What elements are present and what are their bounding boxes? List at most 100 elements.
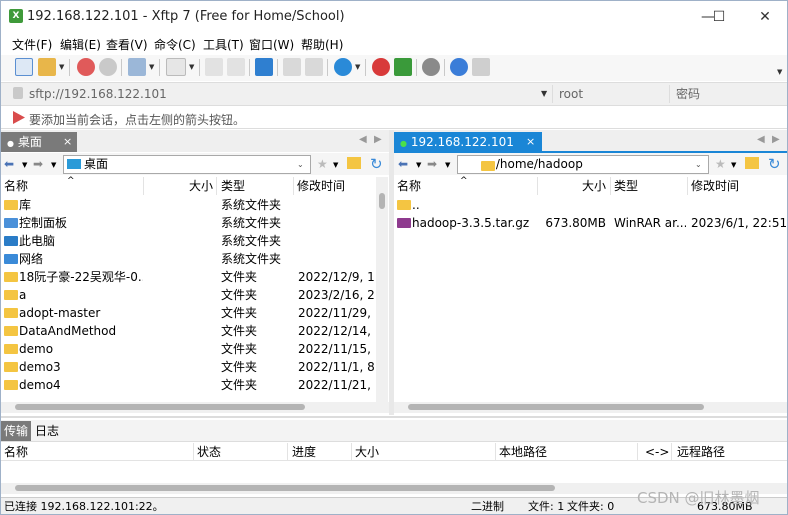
file-row[interactable]: hadoop-3.3.5.tar.gz 673.80MB WinRAR ar... 2… — [394, 214, 787, 232]
host-address-input[interactable]: sftp://192.168.122.101 — [29, 85, 551, 103]
file-row[interactable]: 此电脑 系统文件夹 — [1, 232, 375, 250]
tab-log[interactable]: 日志 — [35, 421, 59, 441]
back-dropdown-icon[interactable]: ▼ — [416, 161, 421, 169]
path-dropdown-icon[interactable]: ⌄ — [297, 160, 304, 169]
parent-folder-icon[interactable] — [745, 157, 759, 169]
tab-transfers[interactable]: 传输 — [1, 421, 31, 441]
refresh-icon[interactable]: ↻ — [768, 155, 781, 173]
back-dropdown-icon[interactable]: ▼ — [22, 161, 27, 169]
forward-arrow-icon[interactable]: ➡ — [427, 157, 437, 171]
col-type[interactable]: 类型 — [614, 177, 638, 195]
file-row[interactable]: DataAndMethod 文件夹 2022/12/14, 1 — [1, 322, 375, 340]
right-hscroll[interactable] — [394, 402, 787, 413]
tab-scroll-right-icon[interactable]: ▶ — [374, 134, 382, 145]
favorite-dropdown-icon[interactable]: ▼ — [731, 161, 736, 169]
tcol-name[interactable]: 名称 — [4, 443, 28, 461]
favorite-star-icon[interactable]: ★ — [715, 157, 726, 171]
file-row[interactable]: demo4 文件夹 2022/11/21, 9 — [1, 376, 375, 394]
close-button[interactable]: ✕ — [750, 5, 780, 29]
tab-close-icon[interactable]: × — [63, 135, 72, 148]
file-row[interactable]: demo 文件夹 2022/11/15, 1 — [1, 340, 375, 358]
menu-view[interactable]: 查看(V) — [106, 36, 148, 53]
file-row[interactable]: 18阮子豪-22吴观华-0... 文件夹 2022/12/9, 19 — [1, 268, 375, 286]
menu-edit[interactable]: 编辑(E) — [60, 36, 101, 53]
file-row[interactable]: 控制面板 系统文件夹 — [1, 214, 375, 232]
chat-icon[interactable] — [472, 58, 490, 76]
file-row[interactable]: a 文件夹 2023/2/16, 2: — [1, 286, 375, 304]
left-path-input[interactable]: 桌面 — [63, 155, 311, 174]
back-arrow-icon[interactable]: ⬅ — [4, 157, 14, 171]
col-name[interactable]: 名称 — [397, 177, 421, 195]
username-input[interactable]: root — [552, 85, 667, 103]
xftp-new-icon[interactable] — [394, 58, 412, 76]
path-dropdown-icon[interactable]: ⌄ — [695, 160, 702, 169]
find-icon[interactable] — [283, 58, 301, 76]
left-hscroll-thumb[interactable] — [15, 404, 305, 410]
forward-dropdown-icon[interactable]: ▼ — [51, 161, 56, 169]
properties-icon[interactable] — [305, 58, 323, 76]
open-folder-icon[interactable] — [38, 58, 56, 76]
file-row[interactable]: .. — [394, 196, 787, 214]
tab-scroll-right-icon[interactable]: ▶ — [772, 134, 780, 145]
file-row[interactable]: 库 系统文件夹 — [1, 196, 375, 214]
sync-dropdown-icon[interactable]: ▼ — [149, 63, 154, 71]
copy-icon[interactable] — [205, 58, 223, 76]
new-session-icon[interactable] — [15, 58, 33, 76]
transfer-mode[interactable]: 二进制 — [471, 498, 504, 514]
col-size[interactable]: 大小 — [171, 177, 213, 195]
open-dropdown-icon[interactable]: ▼ — [59, 63, 64, 71]
file-row[interactable]: 网络 系统文件夹 — [1, 250, 375, 268]
sync-icon[interactable] — [128, 58, 146, 76]
tab-scroll-left-icon[interactable]: ◀ — [757, 134, 765, 145]
right-hscroll-thumb[interactable] — [408, 404, 704, 410]
parent-folder-icon[interactable] — [347, 157, 361, 169]
tcol-remote-path[interactable]: 远程路径 — [677, 443, 725, 461]
file-row[interactable]: adopt-master 文件夹 2022/11/29, 1 — [1, 304, 375, 322]
col-type[interactable]: 类型 — [221, 177, 245, 195]
tab-close-icon[interactable]: × — [526, 135, 535, 148]
col-modified[interactable]: 修改时间 — [297, 177, 345, 195]
left-vscroll-thumb[interactable] — [379, 193, 385, 209]
help-icon[interactable] — [450, 58, 468, 76]
reconnect-icon[interactable] — [99, 58, 117, 76]
col-size[interactable]: 大小 — [564, 177, 606, 195]
forward-dropdown-icon[interactable]: ▼ — [445, 161, 450, 169]
col-modified[interactable]: 修改时间 — [691, 177, 739, 195]
tab-remote[interactable]: ● 192.168.122.101 — [394, 132, 542, 152]
maximize-button[interactable]: ☐ — [704, 5, 734, 29]
tcol-direction[interactable]: <-> — [645, 443, 669, 461]
paste-icon[interactable] — [227, 58, 245, 76]
tcol-progress[interactable]: 进度 — [292, 443, 316, 461]
left-hscroll[interactable] — [1, 402, 389, 413]
tcol-local-path[interactable]: 本地路径 — [499, 443, 547, 461]
menu-file[interactable]: 文件(F) — [12, 36, 52, 53]
tcol-size[interactable]: 大小 — [355, 443, 379, 461]
right-path-input[interactable]: /home/hadoop — [457, 155, 709, 174]
host-dropdown-icon[interactable]: ▼ — [541, 85, 547, 103]
refresh-icon[interactable]: ↻ — [370, 155, 383, 173]
left-vscroll[interactable] — [376, 177, 388, 402]
globe-dropdown-icon[interactable]: ▼ — [355, 63, 360, 71]
transfer-hscroll-thumb[interactable] — [15, 485, 555, 491]
transfer-icon[interactable] — [255, 58, 273, 76]
menu-tools[interactable]: 工具(T) — [203, 36, 244, 53]
menu-window[interactable]: 窗口(W) — [249, 36, 294, 53]
toolbar-overflow-icon[interactable]: ▼ — [777, 68, 782, 76]
settings-gear-icon[interactable] — [422, 58, 440, 76]
tcol-status[interactable]: 状态 — [197, 443, 221, 461]
terminal-dropdown-icon[interactable]: ▼ — [189, 63, 194, 71]
menu-command[interactable]: 命令(C) — [154, 36, 196, 53]
terminal-icon[interactable] — [166, 58, 186, 76]
password-input[interactable]: 密码 — [669, 85, 787, 103]
horizontal-splitter[interactable] — [1, 416, 787, 418]
favorite-star-icon[interactable]: ★ — [317, 157, 328, 171]
disconnect-icon[interactable] — [77, 58, 95, 76]
menu-help[interactable]: 帮助(H) — [301, 36, 343, 53]
back-arrow-icon[interactable]: ⬅ — [398, 157, 408, 171]
tab-scroll-left-icon[interactable]: ◀ — [359, 134, 367, 145]
favorite-dropdown-icon[interactable]: ▼ — [333, 161, 338, 169]
xshell-icon[interactable] — [372, 58, 390, 76]
file-row[interactable]: demo3 文件夹 2022/11/1, 8: — [1, 358, 375, 376]
forward-arrow-icon[interactable]: ➡ — [33, 157, 43, 171]
globe-icon[interactable] — [334, 58, 352, 76]
